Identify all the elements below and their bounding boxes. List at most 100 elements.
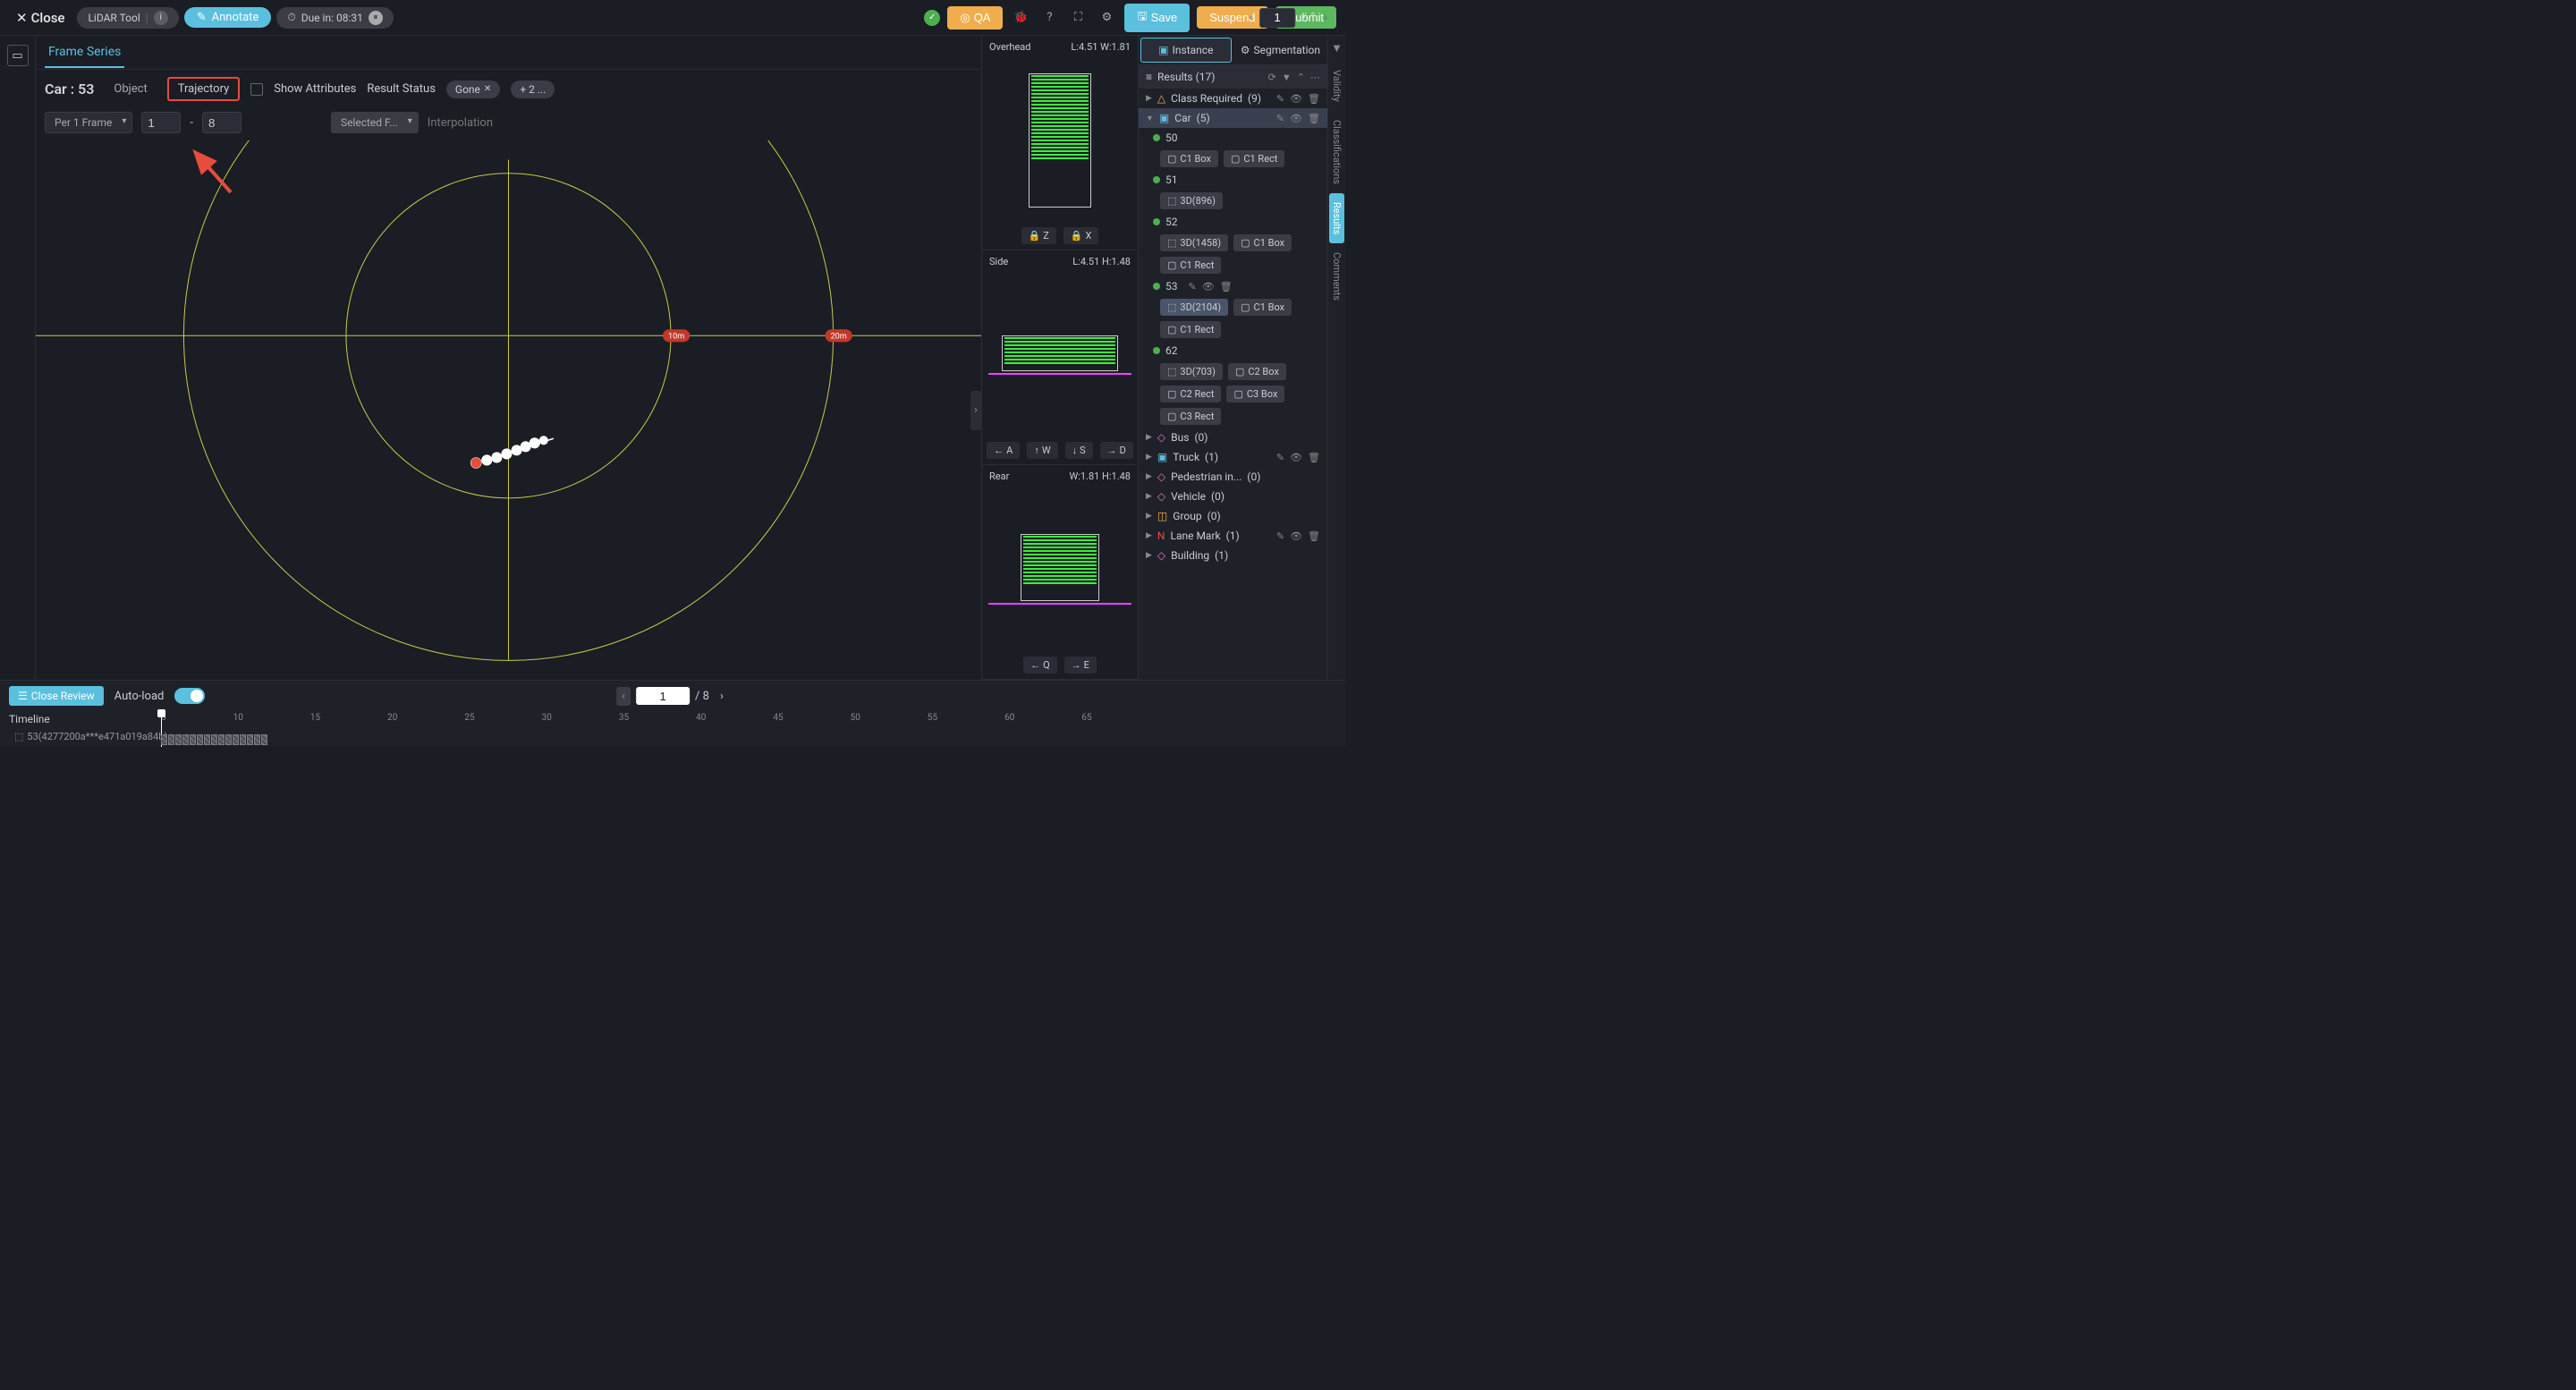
tree-class-required[interactable]: ▶ △ Class Required (9) ✎👁🗑	[1139, 89, 1327, 108]
eye-icon[interactable]: 👁	[1290, 452, 1302, 463]
edit-icon[interactable]: ✎	[1189, 281, 1197, 292]
info-icon[interactable]: i	[154, 11, 168, 25]
chip-c3box[interactable]: ▢ C3 Box	[1226, 386, 1284, 403]
timeline-track[interactable]: 510 1520 2530 3540 4550 5560 65	[161, 711, 1336, 747]
tab-frame-series[interactable]: Frame Series	[45, 38, 124, 68]
vtab-results[interactable]: Results	[1329, 193, 1344, 243]
close-button[interactable]: ✕ Close	[9, 6, 72, 30]
tree-building[interactable]: ▶◇Building(1)	[1139, 546, 1327, 565]
eye-icon[interactable]: 👁	[1290, 530, 1302, 542]
chip-c1rect[interactable]: ▢ C1 Rect	[1224, 150, 1284, 167]
vtab-classifications[interactable]: Classifications	[1329, 111, 1344, 193]
fullscreen-icon[interactable]: ⛶	[1067, 7, 1089, 29]
chip-c2box[interactable]: ▢ C2 Box	[1228, 363, 1286, 380]
chip-3d-1458[interactable]: ⬚ 3D(1458)	[1160, 234, 1228, 251]
filter-funnel-icon[interactable]: ▼	[1326, 36, 1348, 61]
trash-icon[interactable]: 🗑	[1308, 452, 1320, 463]
edit-icon[interactable]: ✎	[1276, 452, 1284, 463]
review-icon: ☰	[18, 690, 28, 702]
edit-icon[interactable]: ✎	[1276, 530, 1284, 542]
frame-prev[interactable]: ‹	[616, 687, 631, 706]
chip-c1box-53[interactable]: ▢ C1 Box	[1233, 299, 1292, 316]
chip-3d-896[interactable]: ⬚ 3D(896)	[1160, 192, 1223, 209]
edit-icon[interactable]: ✎	[1276, 93, 1284, 105]
chip-c2rect[interactable]: ▢ C2 Rect	[1160, 386, 1221, 403]
instance-53[interactable]: 53 ✎👁🗑	[1139, 276, 1327, 296]
side-canvas[interactable]	[982, 273, 1138, 436]
eye-icon[interactable]: 👁	[1202, 281, 1215, 292]
rear-canvas[interactable]	[982, 487, 1138, 651]
tree-car[interactable]: ▼ ▣ Car (5) ✎👁🗑	[1139, 108, 1327, 128]
auto-load-toggle[interactable]	[174, 688, 205, 704]
tree-bus[interactable]: ▶◇Bus(0)	[1139, 428, 1327, 447]
instance-52[interactable]: 52	[1139, 212, 1327, 232]
chip-c1rect-52[interactable]: ▢ C1 Rect	[1160, 257, 1221, 274]
frame-input[interactable]	[636, 687, 690, 705]
chip-3d-703[interactable]: ⬚ 3D(703)	[1160, 363, 1223, 380]
chip-c1box[interactable]: ▢ C1 Box	[1160, 150, 1218, 167]
show-attributes-checkbox[interactable]	[250, 83, 263, 96]
tree-truck[interactable]: ▶▣Truck(1) ✎👁🗑	[1139, 447, 1327, 467]
object-tab[interactable]: Object	[105, 79, 156, 99]
trash-icon[interactable]: 🗑	[1220, 281, 1233, 292]
frame-next[interactable]: ›	[715, 687, 729, 706]
vtab-validity[interactable]: Validity	[1329, 61, 1344, 111]
overhead-canvas[interactable]	[982, 58, 1138, 222]
range-end-input[interactable]	[202, 112, 242, 133]
trash-icon[interactable]: 🗑	[1308, 113, 1320, 124]
key-e[interactable]: → E	[1064, 657, 1097, 674]
edit-icon[interactable]: ✎	[1276, 113, 1284, 124]
trajectory-viewport[interactable]: 10m 20m ›	[36, 140, 981, 680]
status-chip-gone[interactable]: Gone ✕	[446, 81, 500, 98]
key-d[interactable]: → D	[1100, 442, 1133, 459]
settings-icon[interactable]: ⚙	[1096, 7, 1117, 29]
trash-icon[interactable]: 🗑	[1308, 530, 1320, 542]
page-input[interactable]	[1259, 8, 1295, 28]
tab-segmentation[interactable]: ⚙ Segmentation	[1233, 36, 1327, 64]
key-lock-x[interactable]: 🔒 X	[1063, 227, 1099, 244]
chip-close-icon[interactable]: ✕	[484, 84, 491, 94]
status-chip-more[interactable]: + 2 ...	[511, 81, 555, 98]
tree-vehicle[interactable]: ▶◇Vehicle(0)	[1139, 487, 1327, 506]
tree-lane-mark[interactable]: ▶NLane Mark(1) ✎👁🗑	[1139, 526, 1327, 546]
rail-tool-1[interactable]: ▭	[7, 45, 29, 66]
per-frame-dropdown[interactable]: Per 1 Frame	[45, 112, 132, 133]
bug-icon[interactable]: 🐞	[1010, 7, 1031, 29]
trajectory-tab[interactable]: Trajectory	[167, 77, 241, 101]
tree-group[interactable]: ▶◫Group(0)	[1139, 506, 1327, 526]
key-s[interactable]: ↓ S	[1065, 442, 1093, 459]
refresh-icon[interactable]: ⟳	[1268, 72, 1276, 83]
selected-frame-dropdown[interactable]: Selected F...	[331, 112, 419, 133]
key-a[interactable]: ← A	[987, 442, 1020, 459]
key-lock-z[interactable]: 🔒 Z	[1021, 227, 1056, 244]
expand-handle[interactable]: ›	[970, 391, 981, 430]
more-icon[interactable]: ⋯	[1310, 72, 1320, 83]
tree-pedestrian[interactable]: ▶◇Pedestrian in...(0)	[1139, 467, 1327, 487]
tab-instance[interactable]: ▣ Instance	[1140, 38, 1232, 63]
key-q[interactable]: ← Q	[1023, 657, 1057, 674]
pause-icon[interactable]: ⏸	[369, 11, 383, 25]
chevron-left-icon[interactable]: ‹	[1249, 11, 1252, 24]
key-w[interactable]: ↑ W	[1027, 442, 1057, 459]
instance-50[interactable]: 50	[1139, 128, 1327, 148]
eye-icon[interactable]: 👁	[1290, 113, 1302, 124]
chevron-right-icon[interactable]: ›	[1324, 11, 1327, 24]
chip-c1box-52[interactable]: ▢ C1 Box	[1233, 234, 1292, 251]
trash-icon[interactable]: 🗑	[1308, 93, 1320, 105]
chip-c3rect[interactable]: ▢ C3 Rect	[1160, 408, 1221, 425]
chip-c1rect-53[interactable]: ▢ C1 Rect	[1160, 321, 1221, 338]
save-button[interactable]: 🖫 Save	[1124, 4, 1190, 32]
close-review-button[interactable]: ☰ Close Review	[9, 686, 104, 706]
collapse-icon[interactable]: ⌃	[1297, 72, 1305, 83]
qa-button[interactable]: ◎ QA	[947, 6, 1003, 30]
vtab-comments[interactable]: Comments	[1329, 243, 1344, 309]
instance-62[interactable]: 62	[1139, 341, 1327, 360]
annotate-button[interactable]: ✎ Annotate	[184, 7, 272, 28]
help-icon[interactable]: ?	[1038, 7, 1060, 29]
range-start-input[interactable]	[141, 112, 181, 133]
chip-3d-2104[interactable]: ⬚ 3D(2104)	[1160, 299, 1228, 316]
filter-icon[interactable]: ▼	[1282, 72, 1292, 83]
tool-pill[interactable]: LiDAR Tool | i	[77, 7, 178, 29]
eye-icon[interactable]: 👁	[1290, 93, 1302, 105]
instance-51[interactable]: 51	[1139, 170, 1327, 190]
